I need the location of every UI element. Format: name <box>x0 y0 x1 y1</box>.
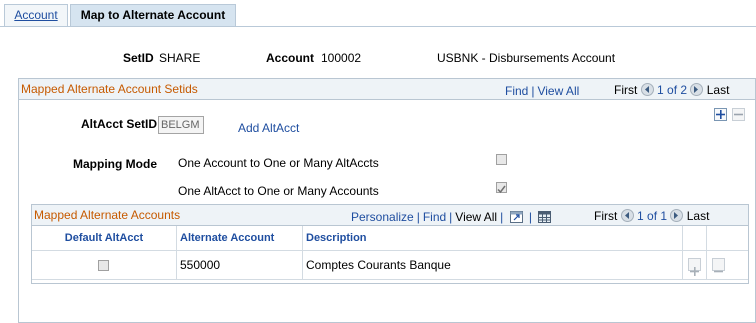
account-description: USBNK - Disbursements Account <box>437 51 616 65</box>
tab-map-label: Map to Alternate Account <box>80 8 226 22</box>
cell-description: Comptes Courants Banque <box>303 251 683 279</box>
mode-option-1-checkbox <box>496 154 507 165</box>
mapped-accounts-grid: Mapped Alternate Accounts Personalize | Fi… <box>31 204 749 284</box>
table-row: 550000 Comptes Courants Banque <box>32 251 748 280</box>
cell-delete <box>707 251 748 279</box>
mapped-accounts-nav: Personalize | Find | View All | | <box>351 210 552 226</box>
add-altacct-link[interactable]: Add AltAcct <box>238 121 299 135</box>
row-delete-button[interactable] <box>712 258 725 273</box>
tab-baseline <box>0 26 756 27</box>
view-all-link[interactable]: View All <box>537 84 579 98</box>
plus-icon <box>716 110 725 119</box>
mapped-setids-grid: Mapped Alternate Account Setids Find | Vie… <box>18 78 756 323</box>
first-label-2: First <box>594 209 618 223</box>
zoom-grid-icon[interactable] <box>509 211 523 226</box>
page-info: 1 of 2 <box>657 83 688 97</box>
mapped-accounts-pager: First 1 of 1 Last <box>594 209 709 223</box>
add-row-button[interactable] <box>714 108 727 121</box>
first-label: First <box>614 83 638 97</box>
row-add-button[interactable] <box>688 258 701 276</box>
delete-row-button[interactable] <box>732 108 745 121</box>
last-label: Last <box>706 83 730 97</box>
mode-option-1-label: One Account to One or Many AltAccts <box>178 156 379 170</box>
cell-add <box>683 251 707 279</box>
personalize-link[interactable]: Personalize <box>351 210 414 224</box>
mapped-setids-nav: Find | View All <box>505 84 580 98</box>
mapping-mode-label: Mapping Mode <box>73 157 157 171</box>
plus-icon-2 <box>690 267 699 276</box>
col-alternate-account: Alternate Account <box>177 226 303 250</box>
next-arrow-icon-2[interactable] <box>670 209 684 222</box>
tab-account[interactable]: Account <box>4 4 68 26</box>
col-description: Description <box>303 226 683 250</box>
default-altacct-checkbox <box>98 260 109 271</box>
prev-arrow-icon[interactable] <box>640 83 654 96</box>
account-value: 100002 <box>321 51 362 65</box>
last-label-2: Last <box>686 209 710 223</box>
checkmark-icon <box>497 185 506 194</box>
accounts-table: Default AltAcct Alternate Account Descri… <box>32 226 748 283</box>
mode-option-2-label: One AltAcct to One or Many Accounts <box>178 184 379 198</box>
table-header-row: Default AltAcct Alternate Account Descri… <box>32 226 748 251</box>
setid-label: SetID <box>123 51 154 65</box>
next-arrow-icon[interactable] <box>690 83 704 96</box>
mapped-setids-title: Mapped Alternate Account Setids <box>21 82 198 96</box>
tab-account-label: Account <box>14 8 58 22</box>
cell-default <box>32 251 177 279</box>
view-all-label[interactable]: View All <box>455 210 497 224</box>
altacct-setid-field: BELGM <box>158 116 204 134</box>
setid-value: SHARE <box>159 51 201 65</box>
find-link-2[interactable]: Find <box>423 210 446 224</box>
tab-map-to-alternate-account[interactable]: Map to Alternate Account <box>70 4 236 26</box>
mode-option-2-checkbox <box>496 182 507 194</box>
cell-alternate-account: 550000 <box>177 251 303 279</box>
minus-icon-2 <box>714 270 723 273</box>
col-default-altacct: Default AltAcct <box>32 226 177 250</box>
mapped-setids-pager: First 1 of 2 Last <box>614 83 729 97</box>
mapped-accounts-title: Mapped Alternate Accounts <box>34 208 181 222</box>
col-delete <box>707 226 748 250</box>
find-link[interactable]: Find <box>505 84 528 98</box>
account-label: Account <box>266 51 314 65</box>
minus-icon <box>734 113 743 116</box>
col-add <box>683 226 707 250</box>
download-grid-icon[interactable] <box>538 211 552 226</box>
page-info-2: 1 of 1 <box>637 209 668 223</box>
prev-arrow-icon-2[interactable] <box>620 209 634 222</box>
altacct-setid-label: AltAcct SetID <box>81 117 158 131</box>
